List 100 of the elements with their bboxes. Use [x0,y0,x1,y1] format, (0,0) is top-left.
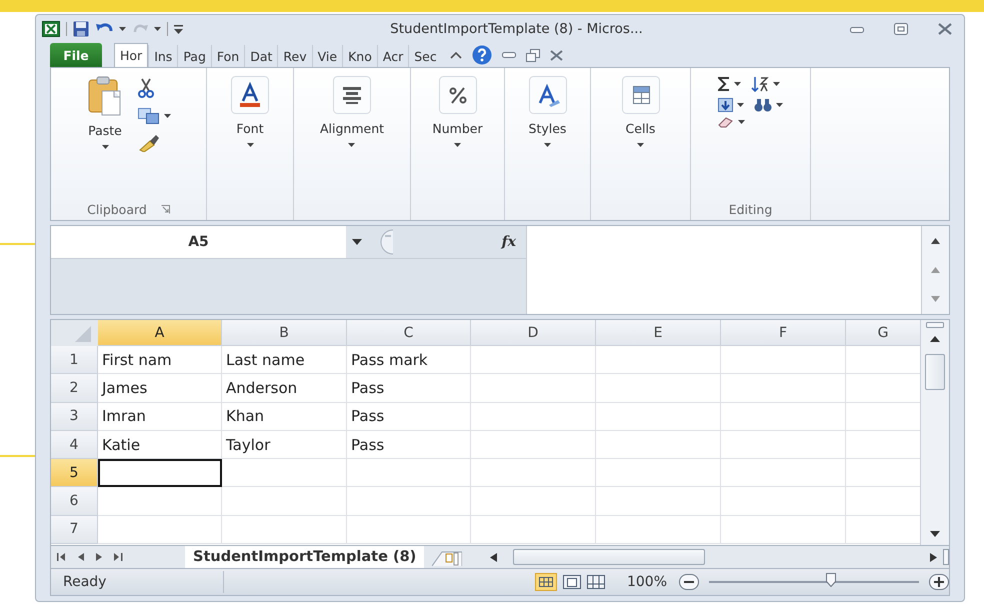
empty-cell[interactable] [721,402,846,431]
last-sheet-icon[interactable] [114,553,123,561]
alignment-button[interactable]: Alignment [318,74,386,198]
ribbon-tab[interactable]: Hor [114,43,148,67]
select-all-corner[interactable] [51,320,98,346]
row-header[interactable]: 1 [51,346,98,374]
empty-cell[interactable] [222,459,347,488]
empty-cell[interactable] [347,459,471,488]
cells-button[interactable]: Cells [620,74,662,198]
minimize-icon[interactable] [502,51,516,59]
active-cell[interactable] [98,459,222,488]
number-button[interactable]: Number [430,74,485,198]
empty-cell[interactable] [596,346,721,374]
empty-cell[interactable] [471,459,596,488]
empty-cell[interactable] [471,487,596,516]
empty-cell[interactable] [596,487,721,516]
paste-button[interactable]: Paste [86,74,124,198]
split-box-icon[interactable] [926,322,944,328]
scroll-right-icon[interactable] [930,552,937,562]
empty-cell[interactable] [596,430,721,460]
styles-button[interactable]: Styles [526,74,568,198]
scrollbar-thumb[interactable] [925,354,945,390]
row-header[interactable]: 7 [51,516,98,544]
column-header[interactable]: C [347,320,471,346]
caret-icon [246,143,254,147]
scissors-icon[interactable] [138,78,154,98]
name-box-dropdown-icon[interactable] [352,239,362,245]
column-header[interactable]: G [846,320,920,346]
eraser-icon[interactable] [718,116,734,128]
scroll-up-icon[interactable] [931,238,940,244]
spreadsheet-app-icon[interactable] [42,21,60,37]
row-header[interactable]: 5 [51,459,98,488]
row-header[interactable]: 2 [51,374,98,403]
empty-cell[interactable] [471,516,596,544]
row-header[interactable]: 6 [51,487,98,516]
empty-cell[interactable] [721,346,846,374]
scrollbar-thumb[interactable] [513,549,706,565]
close-icon[interactable] [938,23,952,35]
styles-icon [528,76,566,114]
percent-icon [438,76,476,114]
next-sheet-icon[interactable] [96,553,102,561]
empty-cell[interactable] [721,459,846,488]
column-header[interactable]: A [98,320,222,346]
zoom-out-icon[interactable] [679,574,699,590]
split-box-icon[interactable] [943,549,949,565]
scroll-left-icon[interactable] [490,552,498,562]
empty-cell[interactable] [347,516,471,544]
empty-cell[interactable] [471,374,596,403]
close-icon[interactable] [550,50,563,60]
sort-filter-icon[interactable] [751,76,769,92]
empty-cell[interactable] [471,346,596,374]
restore-icon[interactable] [526,48,540,62]
insert-function-button[interactable]: fx [502,234,516,250]
fill-down-icon[interactable] [718,98,733,112]
sigma-icon[interactable] [718,77,730,91]
row-header[interactable]: 4 [51,430,98,460]
scroll-down-icon[interactable] [930,531,940,537]
empty-cell[interactable] [222,516,347,544]
column-header[interactable]: F [721,320,846,346]
empty-cell[interactable] [596,516,721,544]
customize-caret-icon[interactable] [174,24,183,34]
page-break-view-icon[interactable] [586,575,605,589]
minimize-icon[interactable] [850,24,864,34]
first-sheet-icon[interactable] [57,553,66,561]
empty-cell[interactable] [471,402,596,431]
zoom-in-icon[interactable] [929,574,949,590]
empty-cell[interactable] [721,516,846,544]
empty-cell[interactable] [596,459,721,488]
column-header[interactable]: D [471,320,596,346]
collapse-ribbon-icon[interactable] [450,51,462,59]
empty-cell[interactable] [721,487,846,516]
zoom-level[interactable]: 100% [626,574,667,590]
empty-cell[interactable] [721,374,846,403]
empty-cell[interactable] [347,487,471,516]
column-header[interactable]: E [596,320,721,346]
empty-cell[interactable] [596,374,721,403]
file-tab[interactable]: File [50,43,102,67]
empty-cell[interactable] [721,430,846,460]
sheet-tab[interactable]: StudentImportTemplate (8) [185,546,424,568]
clipboard-paste-icon [88,76,122,116]
column-header[interactable]: B [222,320,347,346]
maximize-icon[interactable] [894,23,908,35]
copy-icon[interactable] [138,108,160,124]
help-icon[interactable] [472,45,492,65]
page-layout-view-icon[interactable] [562,575,581,589]
empty-cell[interactable] [596,402,721,431]
row-header[interactable]: 3 [51,402,98,431]
dialog-launcher-icon[interactable] [160,204,170,214]
paintbrush-icon[interactable] [138,134,160,152]
table-cell: First nam [98,346,222,374]
scroll-up-icon[interactable] [930,336,940,342]
empty-cell[interactable] [222,487,347,516]
zoom-slider-thumb[interactable] [826,573,836,587]
font-button[interactable]: Font [229,74,271,198]
previous-sheet-icon[interactable] [78,553,84,561]
save-icon[interactable] [73,21,89,37]
normal-view-icon[interactable] [534,573,557,591]
empty-cell[interactable] [471,430,596,460]
binoculars-icon[interactable] [754,98,772,112]
caret-icon [544,143,551,147]
